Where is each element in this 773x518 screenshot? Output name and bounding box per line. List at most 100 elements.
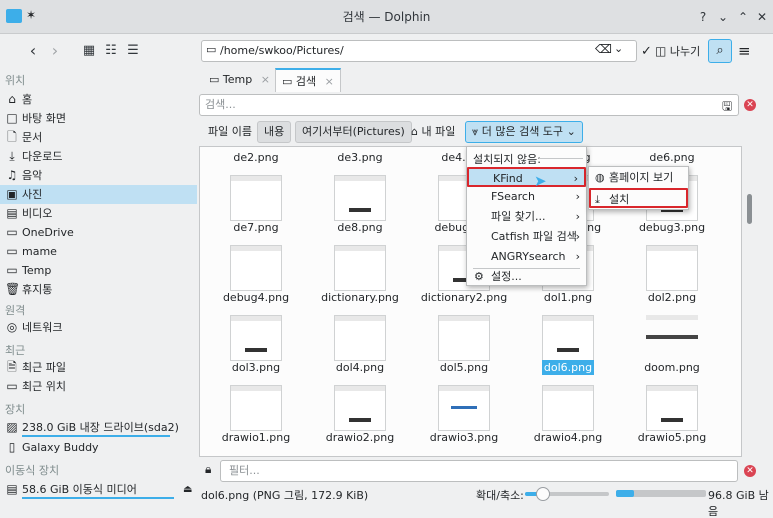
file-item[interactable]: de2.png [204,147,308,167]
chevron-right-icon: › [575,230,580,243]
lock-icon[interactable]: 🔒︎ [205,462,211,477]
close-search-icon[interactable]: ✕ [744,99,756,111]
menu-header: 설치되지 않음: [473,153,541,166]
compact-view-button[interactable]: ☷ [100,40,122,62]
file-item[interactable]: drawio5.png [620,379,724,447]
clear-location-icon[interactable]: ⌫ [595,42,612,56]
close-button[interactable]: ✕ [754,9,770,25]
file-item[interactable]: dictionary.png [308,239,412,307]
zoom-slider[interactable] [525,487,609,501]
sidebar-item-galaxy-buddy[interactable]: ▯ Galaxy Buddy [0,438,197,457]
file-item[interactable]: dol3.png [204,309,308,377]
file-item[interactable]: drawio2.png [308,379,412,447]
file-item[interactable]: dol2.png [620,239,724,307]
zoom-slider-handle[interactable] [536,487,551,501]
file-thumbnail [334,175,386,221]
chevron-down-icon: ⌄ [566,125,576,138]
file-view-scrollbar[interactable] [743,146,755,457]
location-dropdown-icon[interactable]: ⌄ [614,42,623,55]
more-tools-menu: 설치되지 않음: KFind › FSearch › 파일 찾기... › Catfi… [466,146,587,286]
file-item[interactable]: de8.png [308,169,412,237]
tab-search[interactable]: ▭ 검색 × [275,68,341,92]
drive-usage-bar [22,435,170,437]
thumbnail-block [661,418,683,422]
file-item[interactable]: dol4.png [308,309,412,377]
scrollbar-handle[interactable] [747,194,752,224]
thumbnail-bar [647,386,697,391]
close-tab-icon[interactable]: × [261,73,270,86]
close-tab-icon[interactable]: × [325,75,334,88]
file-name-text: drawio5.png [637,431,707,444]
filename-toggle[interactable]: 파일 이름 [201,121,259,143]
help-button[interactable]: ? [695,9,711,25]
menu-item-angrysearch[interactable]: ANGRYsearch › [467,247,586,267]
menu-item-fsearch[interactable]: FSearch › [467,187,586,207]
confirm-location-icon[interactable]: ✓ [641,44,652,59]
location-bar[interactable]: ▭ /home/swkoo/Pictures/ ⌫ ⌄ [201,40,637,62]
file-item[interactable]: debug4.png [204,239,308,307]
sidebar-item-network[interactable]: ◎ 네트워크 [0,318,197,337]
sidebar-item-pictures[interactable]: ▣ 사진 [0,185,197,204]
sidebar-item-downloads[interactable]: ⤓ 다운로드 [0,147,197,166]
submenu-item-install[interactable]: ⤓ 설치 [589,188,688,208]
file-item[interactable]: dol6.png [516,309,620,377]
sidebar-item-temp[interactable]: ▭ Temp [0,261,197,280]
save-search-icon[interactable]: 🖫 [722,97,732,118]
file-name: drawio4.png [516,431,620,444]
icons-view-button[interactable]: ▦ [78,40,100,62]
file-item[interactable]: de6.png [620,147,724,167]
folder-icon: ▭ [282,75,293,88]
sidebar-item-recent-files[interactable]: 🗎 최근 파일 [0,358,197,377]
thumbnail-bar [646,315,698,320]
minimize-button[interactable]: ⌄ [715,9,731,25]
sidebar-item-music[interactable]: ♫ 음악 [0,166,197,185]
menu-item-find-files[interactable]: 파일 찾기... › [467,207,586,227]
content-toggle[interactable]: 내용 [257,121,292,143]
sidebar-item-mame[interactable]: ▭ mame [0,242,197,261]
my-files-toggle[interactable]: ⌂ 내 파일 [404,121,462,143]
file-name: dol2.png [620,291,724,304]
sidebar-item-onedrive[interactable]: ▭ OneDrive [0,223,197,242]
file-item[interactable]: drawio4.png [516,379,620,447]
split-button[interactable]: ◫ 나누기 [655,40,707,62]
filter-bar: 🔒︎ 필터... ✕ [199,459,773,483]
more-search-tools-button[interactable]: ⩔ 더 많은 검색 도구 ⌄ [465,121,583,143]
eject-icon[interactable]: ⏏ [183,480,192,499]
sidebar-item-desktop[interactable]: □ 바탕 화면 [0,109,197,128]
file-thumbnail [542,385,594,431]
sidebar-item-documents[interactable]: 🗋 문서 [0,128,197,147]
search-input[interactable]: 검색... 🖫 [199,94,739,116]
file-item[interactable]: doom.png [620,309,724,377]
file-item[interactable]: drawio1.png [204,379,308,447]
tab-temp[interactable]: ▭ Temp × [203,68,276,92]
menu-item-kfind[interactable]: KFind › [467,167,586,187]
submenu-item-homepage[interactable]: ◍ 홈페이지 보기 [589,168,688,188]
hamburger-menu-icon[interactable]: ≡ [738,42,751,60]
sidebar-item-videos[interactable]: ▤ 비디오 [0,204,197,223]
from-here-toggle[interactable]: 여기서부터(Pictures) [295,121,412,143]
chevron-right-icon: › [573,172,578,185]
sidebar-item-home[interactable]: ⌂ 홈 [0,90,197,109]
folder-icon: ▭ [6,244,18,258]
thumbnail-bar [231,316,281,321]
close-filter-icon[interactable]: ✕ [744,465,756,477]
menu-item-catfish[interactable]: Catfish 파일 검색 › [467,227,586,247]
forward-button[interactable]: › [44,40,66,62]
file-name: drawio2.png [308,431,412,444]
sidebar-item-trash[interactable]: 🗑 휴지통 [0,280,197,299]
file-item[interactable]: de3.png [308,147,412,167]
file-item[interactable]: dol5.png [412,309,516,377]
file-item[interactable]: drawio3.png [412,379,516,447]
details-view-button[interactable]: ☰ [122,40,144,62]
search-button[interactable]: ⌕ [708,39,732,63]
download-icon: ⤓ [9,149,15,163]
back-button[interactable]: ‹ [22,40,44,62]
maximize-button[interactable]: ⌃ [735,9,751,25]
thumbnail-bar [335,316,385,321]
sidebar-item-recent-locations[interactable]: ▭ 최근 위치 [0,377,197,396]
file-item[interactable]: de7.png [204,169,308,237]
remote-section-title: 원격 [5,304,26,317]
menu-item-settings[interactable]: ⚙ 설정... [467,267,586,287]
filter-input[interactable]: 필터... [220,460,738,482]
trash-icon: 🗑 [5,282,21,296]
